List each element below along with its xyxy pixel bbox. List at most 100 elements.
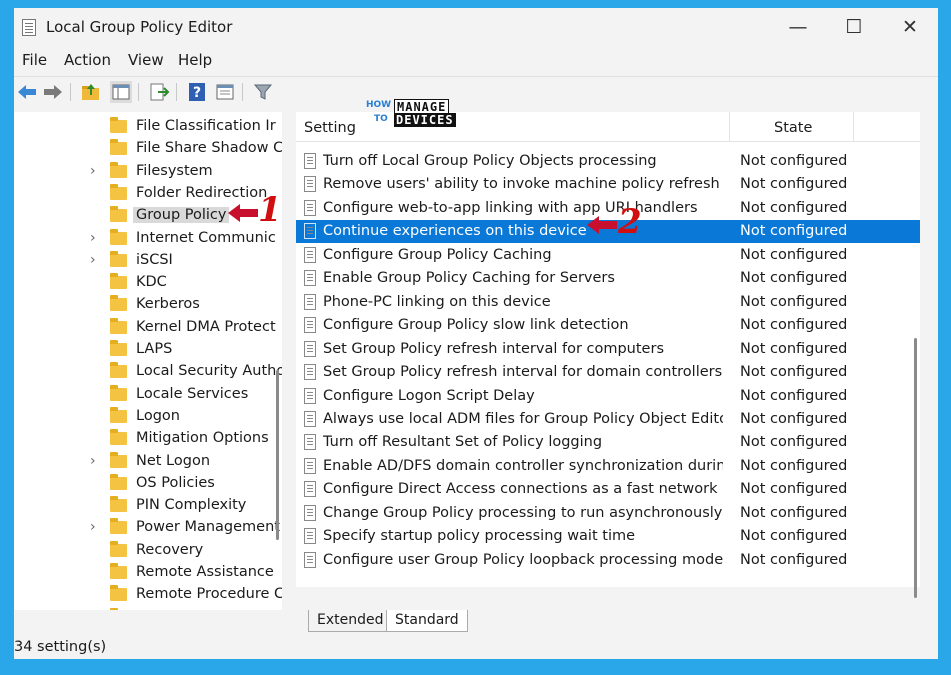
tree-item[interactable]: Kernel DMA Protect <box>14 317 282 339</box>
tree-item-label: Kerberos <box>136 296 200 313</box>
list-item[interactable]: Remove users' ability to invoke machine … <box>296 173 920 196</box>
list-item[interactable]: Configure user Group Policy loopback pro… <box>296 549 920 572</box>
list-item[interactable]: Set Group Policy refresh interval for do… <box>296 361 920 384</box>
tree-item[interactable]: Remote Assistance <box>14 562 282 584</box>
tree-item-label: Kernel DMA Protect <box>136 318 276 335</box>
list-item[interactable]: Specify startup policy processing wait t… <box>296 525 920 548</box>
folder-icon <box>110 117 127 133</box>
policy-setting-icon <box>304 153 316 169</box>
chevron-right-icon[interactable]: › <box>90 163 96 179</box>
tree-item[interactable]: › Power Management <box>14 517 282 539</box>
status-bar: 34 setting(s) <box>14 636 938 659</box>
properties-icon[interactable] <box>214 81 236 103</box>
tree-item[interactable]: Remote Procedure C <box>14 584 282 606</box>
list-item[interactable]: Always use local ADM files for Group Pol… <box>296 408 920 431</box>
list-item[interactable]: Configure Direct Access connections as a… <box>296 478 920 501</box>
tree-item[interactable]: Locale Services <box>14 384 282 406</box>
policy-setting-icon <box>304 434 316 451</box>
tree-item-label: Remote Procedure C <box>136 586 282 603</box>
up-folder-icon[interactable] <box>80 81 102 103</box>
folder-icon <box>110 206 127 223</box>
toolbar-separator <box>138 83 139 101</box>
folder-icon <box>110 496 127 513</box>
list-item[interactable]: Change Group Policy processing to run as… <box>296 502 920 525</box>
tree-item[interactable]: KDC <box>14 272 282 294</box>
menu-view[interactable]: View <box>128 51 164 69</box>
policy-editor-app-icon <box>22 19 36 36</box>
tree-item[interactable]: Local Security Autho <box>14 361 282 383</box>
tree-scrollbar[interactable] <box>276 370 279 540</box>
tree-item[interactable]: LAPS <box>14 339 282 361</box>
settings-count: 34 setting(s) <box>14 639 107 655</box>
close-button[interactable]: ✕ <box>882 8 938 46</box>
tree-item-label: Remote Assistance <box>136 564 274 580</box>
navigation-tree[interactable]: File Classification Ir File Share Shadow … <box>14 112 282 610</box>
filter-icon[interactable] <box>252 81 274 103</box>
list-item[interactable]: Enable Group Policy Caching for Servers N… <box>296 267 920 290</box>
setting-state: Not configured <box>740 481 848 498</box>
setting-name: Set Group Policy refresh interval for co… <box>323 340 664 357</box>
menu-file[interactable]: File <box>22 51 47 69</box>
toolbar-separator <box>70 83 71 101</box>
menu-action[interactable]: Action <box>64 51 111 69</box>
tree-item[interactable]: Removable Storage <box>14 607 282 610</box>
back-arrow-icon[interactable] <box>16 81 38 103</box>
tree-item[interactable]: › Filesystem <box>14 161 282 183</box>
tab-extended[interactable]: Extended <box>308 610 393 632</box>
list-item[interactable]: Turn off Local Group Policy Objects proc… <box>296 150 920 173</box>
forward-arrow-icon[interactable] <box>42 81 64 103</box>
menu-help[interactable]: Help <box>178 51 212 69</box>
tree-item[interactable]: Mitigation Options <box>14 428 282 450</box>
logo-how: HOW <box>366 100 392 110</box>
show-hide-tree-icon[interactable] <box>110 81 132 103</box>
list-scrollbar[interactable] <box>914 338 917 598</box>
list-item[interactable]: Configure Group Policy slow link detecti… <box>296 314 920 337</box>
folder-icon <box>110 228 127 245</box>
list-item[interactable]: Phone-PC linking on this device Not confi… <box>296 291 920 314</box>
setting-name: Configure Group Policy Caching <box>323 246 552 263</box>
tree-item[interactable]: PIN Complexity <box>14 495 282 517</box>
chevron-right-icon[interactable]: › <box>90 230 96 246</box>
setting-state: Not configured <box>740 551 848 568</box>
list-item[interactable]: Configure Group Policy Caching Not config… <box>296 244 920 267</box>
folder-icon <box>110 250 127 267</box>
settings-list[interactable]: Setting State Turn off Local Group Polic… <box>296 112 920 587</box>
tree-item[interactable]: OS Policies <box>14 473 282 495</box>
tree-item-label: Group Policy <box>133 207 230 224</box>
tree-item[interactable]: Kerberos <box>14 294 282 316</box>
column-divider[interactable] <box>729 112 730 142</box>
pane-splitter[interactable] <box>282 112 296 632</box>
column-divider[interactable] <box>853 112 854 142</box>
column-setting[interactable]: Setting <box>304 120 356 136</box>
minimize-button[interactable]: — <box>770 8 826 46</box>
tree-item[interactable]: › Internet Communic <box>14 228 282 250</box>
tree-item-label: iSCSI <box>136 251 173 268</box>
list-item[interactable]: Set Group Policy refresh interval for co… <box>296 338 920 361</box>
help-icon[interactable]: ? <box>186 81 208 103</box>
chevron-right-icon[interactable]: › <box>90 453 96 469</box>
tree-item[interactable]: File Share Shadow C <box>14 138 282 160</box>
tree-item[interactable]: Logon <box>14 406 282 428</box>
list-item[interactable]: Turn off Resultant Set of Policy logging… <box>296 431 920 454</box>
export-list-icon[interactable] <box>148 81 170 103</box>
setting-name: Always use local ADM files for Group Pol… <box>323 410 723 427</box>
folder-icon <box>110 317 127 334</box>
tree-item[interactable]: Recovery <box>14 540 282 562</box>
column-state[interactable]: State <box>774 120 812 136</box>
tree-item-label: PIN Complexity <box>136 497 247 514</box>
tree-item[interactable]: › iSCSI <box>14 250 282 272</box>
setting-state: Not configured <box>740 387 848 404</box>
tab-standard[interactable]: Standard <box>386 610 468 632</box>
logo-devices: DEVICES <box>394 113 456 127</box>
tree-item[interactable]: › Net Logon <box>14 451 282 473</box>
folder-icon <box>110 273 127 290</box>
setting-state: Not configured <box>740 340 848 357</box>
chevron-right-icon[interactable]: › <box>90 252 96 268</box>
tree-item[interactable]: File Classification Ir <box>14 116 282 138</box>
folder-icon <box>110 429 127 446</box>
maximize-button[interactable]: ☐ <box>826 8 882 46</box>
setting-name: Specify startup policy processing wait t… <box>323 528 636 545</box>
list-item[interactable]: Enable AD/DFS domain controller synchron… <box>296 455 920 478</box>
list-item[interactable]: Configure Logon Script Delay Not configur… <box>296 385 920 408</box>
chevron-right-icon[interactable]: › <box>90 519 96 535</box>
